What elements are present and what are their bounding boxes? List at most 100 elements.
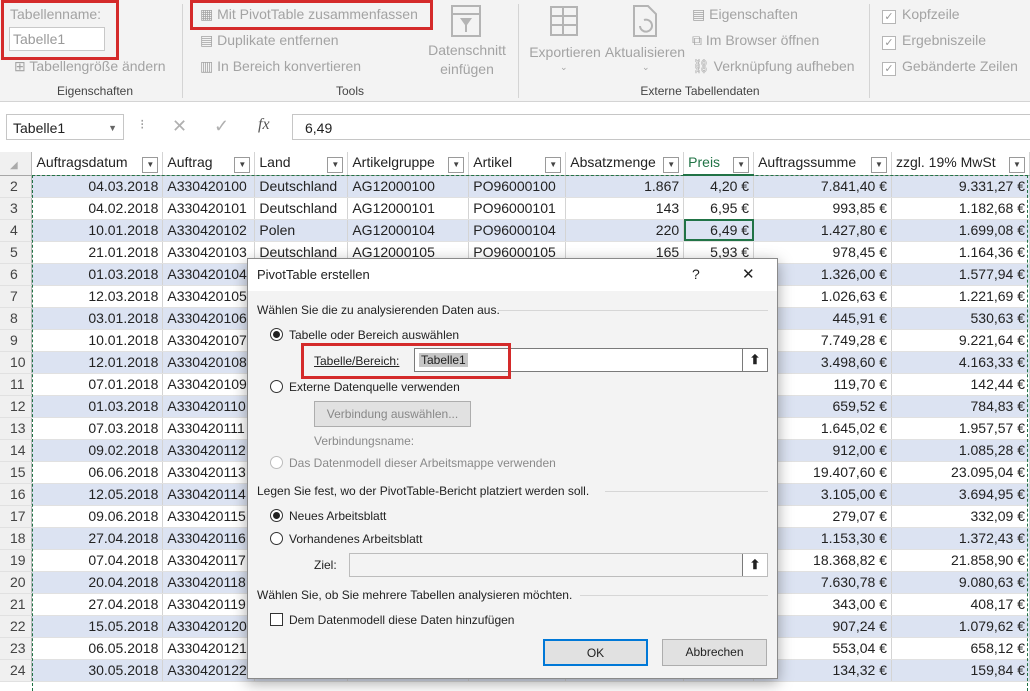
table-cell[interactable]: A330420104 <box>162 263 256 286</box>
table-cell[interactable]: 408,17 € <box>891 593 1030 616</box>
filter-dropdown-icon[interactable]: ▼ <box>663 156 680 173</box>
radio-existing-sheet[interactable] <box>270 532 283 545</box>
row-header[interactable]: 14 <box>0 439 33 462</box>
row-header[interactable]: 9 <box>0 329 33 352</box>
ok-button[interactable]: OK <box>543 639 648 666</box>
name-box[interactable]: Tabelle1 ▼ <box>6 114 124 140</box>
table-cell[interactable]: A330420110 <box>162 395 256 418</box>
table-cell[interactable]: PO96000104 <box>468 219 567 242</box>
resize-table-button[interactable]: ⊞ Tabellengröße ändern <box>14 58 166 75</box>
column-header[interactable]: ▼ Artikelgruppe <box>347 152 470 176</box>
table-cell[interactable]: A330420115 <box>162 505 256 528</box>
table-cell[interactable]: AG12000100 <box>347 175 470 198</box>
collapse-dialog-icon[interactable]: ⬆ <box>742 554 767 576</box>
radio-data-model[interactable] <box>270 456 283 469</box>
table-cell[interactable]: Deutschland <box>254 175 349 198</box>
table-cell[interactable]: 27.04.2018 <box>31 527 164 550</box>
help-button[interactable]: ? <box>692 266 700 282</box>
column-header[interactable]: ▼ Land <box>254 152 349 176</box>
pivot-summarize-button[interactable]: ▦ Mit PivotTable zusammenfassen <box>200 6 418 23</box>
row-header[interactable]: 15 <box>0 461 33 484</box>
table-cell[interactable]: 1.079,62 € <box>891 615 1030 638</box>
banded-rows-checkbox[interactable]: ✓ Gebänderte Zeilen <box>882 58 1018 76</box>
table-cell[interactable]: A330420120 <box>162 615 256 638</box>
filter-dropdown-icon[interactable]: ▼ <box>327 156 344 173</box>
table-cell[interactable]: 993,85 € <box>753 197 892 220</box>
table-cell[interactable]: 23.095,04 € <box>891 461 1030 484</box>
column-header[interactable]: ▼ Auftragsdatum <box>31 152 164 176</box>
table-cell[interactable]: 1.164,36 € <box>891 241 1030 264</box>
filter-dropdown-icon[interactable]: ▼ <box>545 156 562 173</box>
row-header[interactable]: 5 <box>0 241 33 264</box>
cancel-entry-icon[interactable]: ✕ <box>172 116 187 137</box>
convert-to-range-button[interactable]: ▥ In Bereich konvertieren <box>200 58 361 75</box>
column-header[interactable]: ▼ zzgl. 19% MwSt <box>891 152 1030 176</box>
table-cell[interactable]: 658,12 € <box>891 637 1030 660</box>
row-header[interactable]: 24 <box>0 659 33 682</box>
table-cell[interactable]: 530,63 € <box>891 307 1030 330</box>
table-cell[interactable]: 07.04.2018 <box>31 549 164 572</box>
row-header[interactable]: 21 <box>0 593 33 616</box>
remove-duplicates-button[interactable]: ▤ Duplikate entfernen <box>200 32 339 49</box>
row-header[interactable]: 11 <box>0 373 33 396</box>
name-box-dropdown-icon[interactable]: ▼ <box>108 115 117 141</box>
filter-dropdown-icon[interactable]: ▼ <box>448 156 465 173</box>
table-cell[interactable]: Deutschland <box>254 197 349 220</box>
table-cell[interactable]: 09.02.2018 <box>31 439 164 462</box>
table-cell[interactable]: A330420106 <box>162 307 256 330</box>
table-cell[interactable]: 220 <box>565 219 685 242</box>
table-cell[interactable]: A330420113 <box>162 461 256 484</box>
column-header[interactable]: ▼ Preis <box>683 152 755 176</box>
row-header[interactable]: 6 <box>0 263 33 286</box>
table-cell[interactable]: 6,49 € <box>683 219 755 242</box>
table-cell[interactable]: 30.05.2018 <box>31 659 164 682</box>
table-cell[interactable]: 784,83 € <box>891 395 1030 418</box>
select-all-corner[interactable]: ◢ <box>0 152 33 176</box>
table-cell[interactable]: 1.867 <box>565 175 685 198</box>
column-header[interactable]: ▼ Absatzmenge <box>565 152 685 176</box>
table-cell[interactable]: 27.04.2018 <box>31 593 164 616</box>
table-cell[interactable]: 20.04.2018 <box>31 571 164 594</box>
table-cell[interactable]: A330420102 <box>162 219 256 242</box>
table-cell[interactable]: 12.05.2018 <box>31 483 164 506</box>
table-cell[interactable]: A330420118 <box>162 571 256 594</box>
total-row-checkbox[interactable]: ✓ Ergebniszeile <box>882 32 986 50</box>
table-cell[interactable]: 3.694,95 € <box>891 483 1030 506</box>
radio-external-source[interactable] <box>270 380 283 393</box>
table-cell[interactable]: 01.03.2018 <box>31 263 164 286</box>
table-cell[interactable]: 1.372,43 € <box>891 527 1030 550</box>
row-header[interactable]: 13 <box>0 417 33 440</box>
table-cell[interactable]: 4.163,33 € <box>891 351 1030 374</box>
cancel-button[interactable]: Abbrechen <box>662 639 767 666</box>
table-cell[interactable]: 9.080,63 € <box>891 571 1030 594</box>
row-header[interactable]: 19 <box>0 549 33 572</box>
formula-input[interactable]: 6,49 <box>292 114 1030 140</box>
header-row-checkbox[interactable]: ✓ Kopfzeile <box>882 6 960 24</box>
row-header[interactable]: 16 <box>0 483 33 506</box>
table-cell[interactable]: 06.05.2018 <box>31 637 164 660</box>
table-cell[interactable]: 4,20 € <box>683 175 755 198</box>
table-cell[interactable]: A330420105 <box>162 285 256 308</box>
table-cell[interactable]: A330420119 <box>162 593 256 616</box>
table-cell[interactable]: A330420109 <box>162 373 256 396</box>
row-header[interactable]: 4 <box>0 219 33 242</box>
filter-dropdown-icon[interactable]: ▼ <box>142 156 159 173</box>
filter-dropdown-icon[interactable]: ▼ <box>871 156 887 173</box>
properties-button[interactable]: ▤ Eigenschaften <box>692 6 798 23</box>
table-cell[interactable]: PO96000101 <box>468 197 567 220</box>
target-input[interactable]: ⬆ <box>349 553 768 577</box>
table-cell[interactable]: 03.01.2018 <box>31 307 164 330</box>
confirm-entry-icon[interactable]: ✓ <box>214 116 229 137</box>
column-header[interactable]: ▼ Artikel <box>468 152 567 176</box>
close-icon[interactable]: ✕ <box>742 265 755 283</box>
table-cell[interactable]: 1.577,94 € <box>891 263 1030 286</box>
table-cell[interactable]: 9.221,64 € <box>891 329 1030 352</box>
table-cell[interactable]: 04.03.2018 <box>31 175 164 198</box>
filter-dropdown-icon[interactable]: ▼ <box>234 156 251 173</box>
table-cell[interactable]: A330420100 <box>162 175 256 198</box>
table-cell[interactable]: A330420111 <box>162 417 256 440</box>
row-header[interactable]: 3 <box>0 197 33 220</box>
row-header[interactable]: 18 <box>0 527 33 550</box>
table-cell[interactable]: AG12000101 <box>347 197 470 220</box>
table-cell[interactable]: 06.06.2018 <box>31 461 164 484</box>
